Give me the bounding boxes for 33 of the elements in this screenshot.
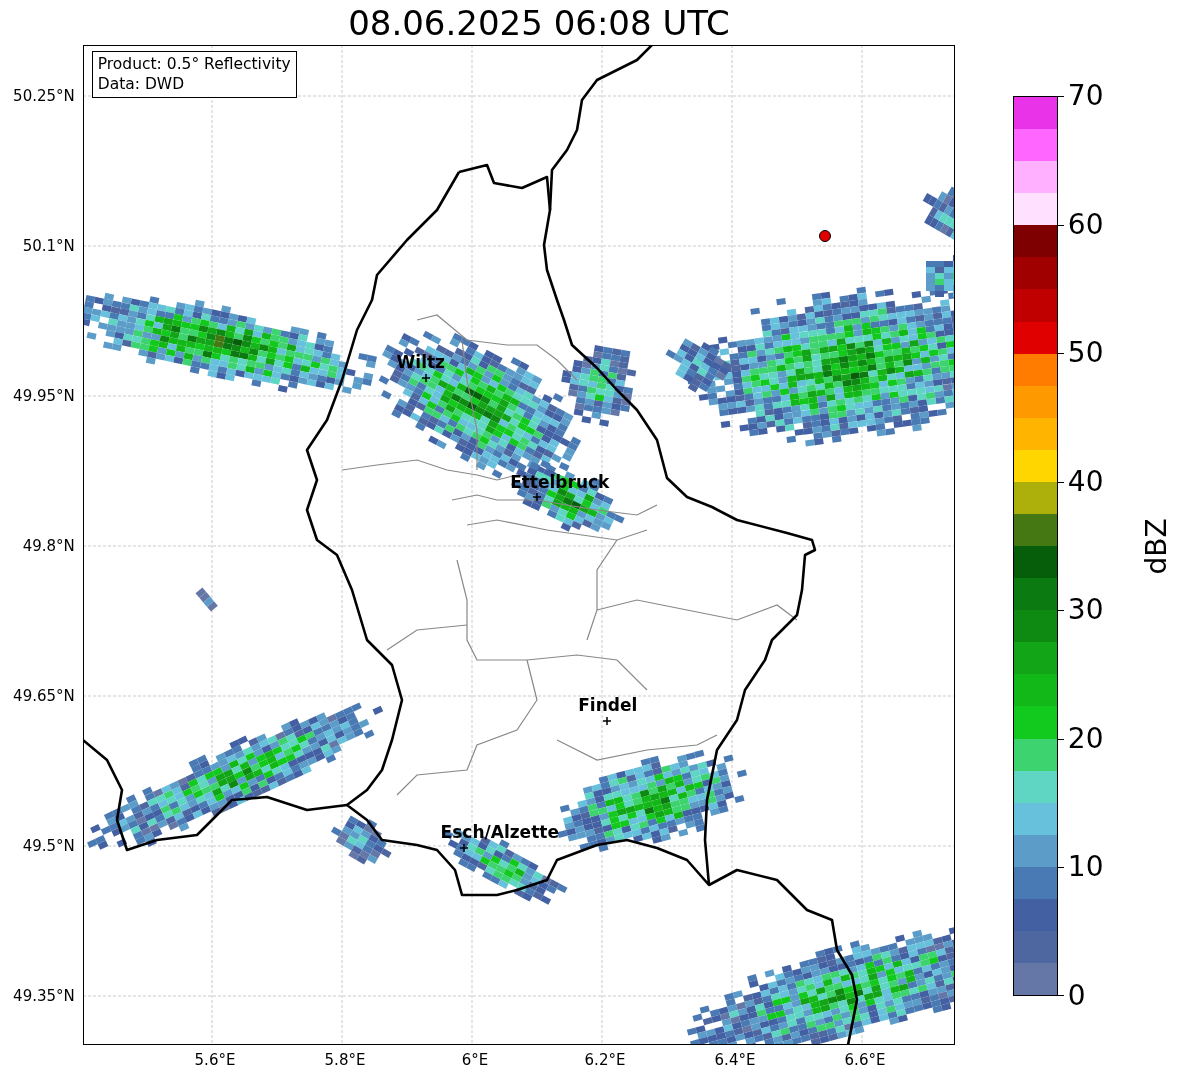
longitude-label: 5.6°E: [194, 1051, 236, 1069]
longitude-label: 6.6°E: [844, 1051, 886, 1069]
colorbar-tick-label: 40: [1067, 467, 1104, 496]
latitude-label: 50.25°N: [13, 87, 75, 105]
colorbar-tick-label: 30: [1067, 596, 1104, 625]
city-marker-icon: [532, 492, 542, 502]
latitude-label: 49.95°N: [13, 387, 75, 405]
longitude-label: 6.4°E: [714, 1051, 756, 1069]
colorbar-tick-label: 20: [1067, 724, 1104, 753]
info-text: Product: 0.5° Reflectivity: [97, 54, 291, 74]
latitude-label: 49.8°N: [22, 537, 75, 555]
latitude-label: 49.5°N: [22, 837, 75, 855]
city-label: Findel: [578, 695, 638, 715]
city-label: Wiltz: [396, 352, 445, 372]
longitude-label: 5.8°E: [324, 1051, 366, 1069]
colorbar-tick-label: 70: [1067, 82, 1104, 110]
colorbar-label: dBZ: [1139, 517, 1173, 575]
colorbar-tick-label: 10: [1067, 853, 1104, 882]
latitude-label: 49.65°N: [13, 687, 75, 705]
latitude-label: 50.1°N: [22, 237, 75, 255]
radar-site-icon: [818, 230, 831, 242]
city-label: Esch/Alzette: [440, 822, 559, 842]
longitude-label: 6.2°E: [584, 1051, 626, 1069]
latitude-label: 49.35°N: [13, 987, 75, 1005]
city-marker-icon: [421, 373, 431, 383]
city-marker-icon: [602, 716, 612, 726]
colorbar-tick-label: 0: [1067, 982, 1086, 1010]
colorbar-tick-label: 60: [1067, 210, 1104, 239]
chart-title: 08.06.2025 06:08 UTC: [348, 5, 730, 40]
colorbar-tick-label: 50: [1067, 339, 1104, 368]
longitude-label: 6°E: [461, 1051, 489, 1069]
info-text: Data: DWD: [97, 74, 186, 94]
city-marker-icon: [459, 843, 469, 853]
